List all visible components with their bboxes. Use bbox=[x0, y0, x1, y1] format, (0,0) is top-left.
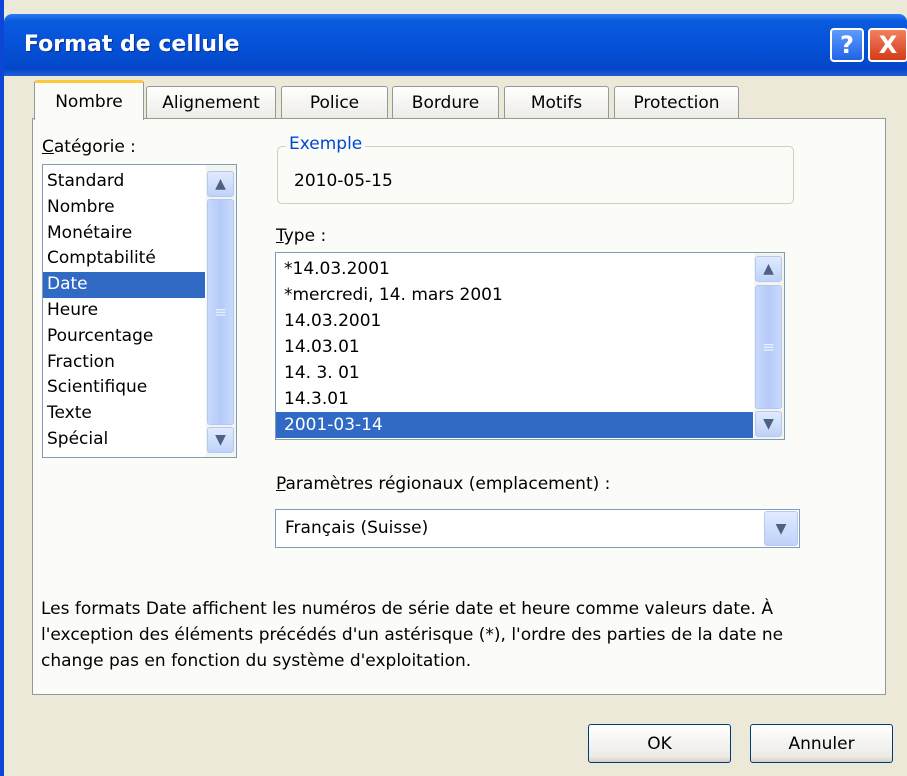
regional-label-text: aramètres régionaux (emplacement) : bbox=[285, 474, 611, 494]
chevron-down-icon: ▼ bbox=[775, 520, 787, 537]
regional-select-value: Français (Suisse) bbox=[285, 518, 429, 538]
grip-icon: ≡ bbox=[214, 303, 227, 321]
chevron-down-icon: ▼ bbox=[763, 416, 774, 432]
categorie-item-date[interactable]: Date bbox=[43, 272, 205, 298]
type-item[interactable]: *14.03.2001 bbox=[276, 256, 784, 282]
chevron-up-icon: ▲ bbox=[763, 261, 774, 277]
scroll-down-button[interactable]: ▼ bbox=[207, 427, 234, 453]
categorie-label: Catégorie : bbox=[42, 137, 136, 157]
scroll-down-button[interactable]: ▼ bbox=[755, 411, 782, 437]
type-item[interactable]: 14.03.01 bbox=[276, 334, 784, 360]
dialog-title: Format de cellule bbox=[24, 32, 240, 57]
type-label: Type : bbox=[276, 226, 326, 246]
scroll-up-button[interactable]: ▲ bbox=[755, 256, 782, 282]
tab-bordure[interactable]: Bordure bbox=[392, 86, 499, 119]
help-button[interactable]: ? bbox=[830, 28, 864, 62]
close-icon: X bbox=[878, 31, 898, 59]
ok-button[interactable]: OK bbox=[588, 724, 731, 763]
categorie-list[interactable]: Standard Nombre Monétaire Comptabilité D… bbox=[42, 164, 237, 458]
type-item[interactable]: *mercredi, 14. mars 2001 bbox=[276, 282, 784, 308]
categorie-label-text: atégorie : bbox=[53, 137, 136, 157]
type-accelerator: T bbox=[276, 226, 284, 246]
tab-police[interactable]: Police bbox=[281, 86, 388, 119]
tab-alignement[interactable]: Alignement bbox=[146, 86, 276, 119]
cancel-button[interactable]: Annuler bbox=[750, 724, 893, 763]
tab-nombre[interactable]: Nombre bbox=[34, 80, 144, 120]
grip-icon: ≡ bbox=[762, 338, 775, 356]
categorie-accelerator: C bbox=[42, 137, 54, 157]
tab-protection[interactable]: Protection bbox=[614, 86, 739, 119]
type-item[interactable]: 14.3.01 bbox=[276, 386, 784, 412]
type-scrollbar[interactable]: ▲ ≡ ▼ bbox=[754, 253, 784, 439]
categorie-scrollbar[interactable]: ▲ ≡ ▼ bbox=[206, 165, 236, 457]
chevron-up-icon: ▲ bbox=[215, 176, 226, 192]
regional-select[interactable]: Français (Suisse) ▼ bbox=[275, 509, 800, 548]
scroll-thumb[interactable]: ≡ bbox=[755, 285, 782, 409]
type-list[interactable]: *14.03.2001 *mercredi, 14. mars 2001 14.… bbox=[275, 252, 785, 440]
type-item[interactable]: 14.03.2001 bbox=[276, 308, 784, 334]
regional-label: Paramètres régionaux (emplacement) : bbox=[276, 474, 610, 494]
close-button[interactable]: X bbox=[868, 28, 907, 62]
dialog-titlebar[interactable]: Format de cellule ? X bbox=[4, 14, 907, 76]
exemple-value: 2010-05-15 bbox=[294, 171, 393, 191]
exemple-label: Exemple bbox=[286, 134, 366, 154]
format-description: Les formats Date affichent les numéros d… bbox=[41, 599, 784, 671]
help-icon: ? bbox=[840, 31, 854, 59]
type-item-selected[interactable]: 2001-03-14 bbox=[276, 412, 753, 438]
regional-dropdown-button[interactable]: ▼ bbox=[764, 511, 798, 546]
regional-accelerator: P bbox=[276, 474, 286, 494]
format-cells-dialog: Format de cellule ? X Nombre Alignement … bbox=[0, 0, 907, 776]
type-item[interactable]: 14. 3. 01 bbox=[276, 360, 784, 386]
scroll-up-button[interactable]: ▲ bbox=[207, 171, 234, 197]
tab-motifs[interactable]: Motifs bbox=[504, 86, 609, 119]
scroll-thumb[interactable]: ≡ bbox=[207, 199, 234, 425]
chevron-down-icon: ▼ bbox=[215, 432, 226, 448]
type-label-text: ype : bbox=[283, 226, 327, 246]
